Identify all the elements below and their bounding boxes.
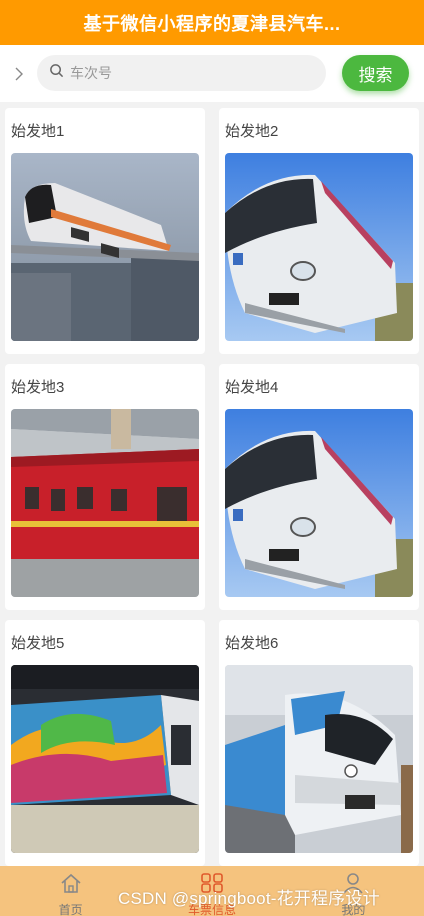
train-image-red-passenger[interactable] [11,409,199,597]
train-image-commuter[interactable] [225,665,413,853]
card-title: 始发地3 [11,379,65,396]
train-card[interactable]: 始发地4 [219,364,419,610]
search-icon [49,63,64,83]
search-input[interactable] [70,65,290,81]
train-image-high-speed[interactable] [225,409,413,597]
train-grid: 始发地1 始发地2 始发地3 始发地4 始发地5 始发地6 [0,102,424,866]
train-card[interactable]: 始发地5 [5,620,205,866]
page-title: 基于微信小程序的夏津县汽车... [83,13,341,34]
train-card[interactable]: 始发地3 [5,364,205,610]
app-title-bar: 基于微信小程序的夏津县汽车... [0,0,424,45]
tab-label: 首页 [58,903,83,916]
search-box[interactable] [37,55,326,91]
card-title: 始发地2 [225,123,279,140]
train-image-colorful-metro[interactable] [11,665,199,853]
chevron-right-icon[interactable] [4,59,34,89]
watermark: CSDN @springboot-花开程序设计 [118,889,380,908]
train-image-high-speed[interactable] [225,153,413,341]
card-title: 始发地6 [225,635,279,652]
train-image-monorail[interactable] [11,153,199,341]
card-title: 始发地5 [11,635,65,652]
train-card[interactable]: 始发地2 [219,108,419,354]
card-title: 始发地4 [225,379,279,396]
train-card[interactable]: 始发地6 [219,620,419,866]
search-bar: 搜索 [0,45,424,102]
card-title: 始发地1 [11,123,65,140]
home-icon [59,872,83,899]
train-card[interactable]: 始发地1 [5,108,205,354]
search-button[interactable]: 搜索 [342,55,409,91]
